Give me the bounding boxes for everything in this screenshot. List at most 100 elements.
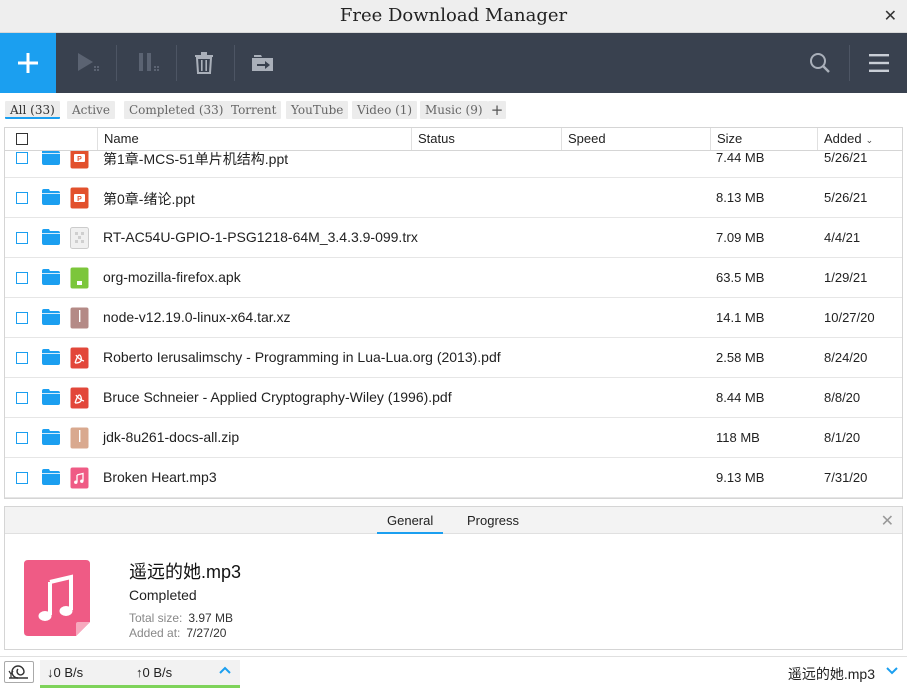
row-file-name: 第1章-MCS-51单片机结构.ppt — [103, 151, 289, 167]
column-speed[interactable]: Speed — [561, 128, 710, 150]
folder-icon[interactable] — [42, 389, 60, 405]
row-added: 8/24/20 — [824, 350, 868, 365]
row-checkbox[interactable] — [16, 392, 28, 404]
table-row[interactable]: org-mozilla-firefox.apk 63.5 MB 1/29/21 — [5, 258, 902, 298]
row-size: 14.1 MB — [716, 310, 765, 325]
pdf-file-icon — [70, 387, 89, 409]
add-filter-button[interactable]: + — [488, 101, 506, 119]
row-added: 10/27/20 — [824, 310, 875, 325]
row-checkbox[interactable] — [16, 192, 28, 204]
row-added: 8/1/20 — [824, 430, 861, 445]
row-added: 7/31/20 — [824, 470, 868, 485]
row-size: 7.44 MB — [716, 150, 765, 165]
row-size: 2.58 MB — [716, 350, 765, 365]
window-close-button[interactable]: ✕ — [884, 6, 897, 26]
added-at-label: Added at: — [129, 626, 181, 640]
row-checkbox[interactable] — [16, 432, 28, 444]
downloads-table: Name Status Speed Size Added ⌄ P 第1章-MCS-5… — [4, 127, 903, 499]
header-select-all — [5, 128, 97, 150]
archive-file-icon — [70, 307, 89, 329]
table-row[interactable]: P 第0章-绪论.ppt 8.13 MB 5/26/21 — [5, 178, 902, 218]
row-file-name: Roberto Ierusalimschy - Programming in L… — [103, 349, 501, 365]
search-button[interactable] — [792, 33, 848, 93]
folder-icon[interactable] — [42, 349, 60, 365]
details-file-name: 遥远的她.mp3 — [129, 562, 242, 582]
move-folder-icon — [252, 55, 273, 71]
filter-active[interactable]: Active — [67, 101, 115, 119]
row-size: 8.13 MB — [716, 190, 765, 205]
select-all-checkbox[interactable] — [16, 133, 28, 145]
filter-all[interactable]: All (33) — [5, 101, 60, 119]
added-at-value: 7/27/20 — [186, 626, 227, 640]
speed-limit-button[interactable] — [4, 661, 34, 683]
table-row[interactable]: Bruce Schneier - Applied Cryptography-Wi… — [5, 378, 902, 418]
folder-icon[interactable] — [42, 269, 60, 285]
row-file-name: node-v12.19.0-linux-x64.tar.xz — [103, 309, 291, 325]
delete-button[interactable] — [176, 33, 232, 93]
folder-icon[interactable] — [42, 149, 60, 165]
column-added-label: Added — [824, 131, 862, 146]
folder-icon[interactable] — [42, 189, 60, 205]
row-checkbox[interactable] — [16, 152, 28, 164]
row-size: 118 MB — [716, 430, 760, 445]
row-checkbox[interactable] — [16, 352, 28, 364]
pause-icon — [139, 53, 159, 71]
row-checkbox[interactable] — [16, 272, 28, 284]
main-menu-button[interactable] — [851, 33, 907, 93]
details-status: Completed — [129, 587, 197, 603]
chevron-down-icon[interactable] — [885, 663, 899, 677]
row-checkbox[interactable] — [16, 472, 28, 484]
table-row[interactable]: RT-AC54U-GPIO-1-PSG1218-64M_3.4.3.9-099.… — [5, 218, 902, 258]
folder-icon[interactable] — [42, 229, 60, 245]
row-checkbox[interactable] — [16, 312, 28, 324]
ppt-file-icon: P — [70, 187, 89, 209]
table-row[interactable]: jdk-8u261-docs-all.zip 118 MB 8/1/20 — [5, 418, 902, 458]
move-to-folder-button[interactable] — [235, 33, 291, 93]
column-name[interactable]: Name — [97, 128, 411, 150]
svg-text:P: P — [77, 156, 82, 163]
folder-icon[interactable] — [42, 429, 60, 445]
filter-video[interactable]: Video (1) — [352, 101, 418, 119]
filter-completed[interactable]: Completed (33) — [124, 101, 229, 119]
apk-file-icon — [70, 267, 89, 289]
column-added[interactable]: Added ⌄ — [817, 128, 902, 150]
tab-general[interactable]: General — [377, 513, 444, 534]
row-checkbox[interactable] — [16, 232, 28, 244]
add-download-button[interactable] — [0, 33, 56, 93]
table-header: Name Status Speed Size Added ⌄ — [5, 128, 902, 151]
chevron-up-icon[interactable] — [218, 663, 232, 677]
archive-file-icon — [70, 427, 89, 449]
download-speed: ↓0 B/s — [47, 665, 84, 680]
table-row[interactable]: Roberto Ierusalimschy - Programming in L… — [5, 338, 902, 378]
resume-button[interactable] — [61, 33, 117, 93]
music-file-icon — [24, 560, 90, 636]
row-file-name: jdk-8u261-docs-all.zip — [103, 429, 240, 445]
column-status[interactable]: Status — [411, 128, 561, 150]
details-close-button[interactable]: ✕ — [881, 511, 894, 531]
toolbar-separator — [849, 45, 850, 81]
plus-icon — [18, 53, 38, 73]
folder-icon[interactable] — [42, 469, 60, 485]
traffic-indicator: ↓0 B/s ↑0 B/s — [40, 660, 240, 688]
play-icon — [78, 53, 99, 71]
column-size[interactable]: Size — [710, 128, 817, 150]
filter-music[interactable]: Music (9) — [420, 101, 488, 119]
folder-icon[interactable] — [42, 309, 60, 325]
pdf-file-icon — [70, 347, 89, 369]
row-added: 1/29/21 — [824, 270, 868, 285]
filter-youtube[interactable]: YouTube — [286, 101, 349, 119]
svg-text:P: P — [77, 196, 82, 203]
row-size: 63.5 MB — [716, 270, 765, 285]
row-file-name: 第0章-绪论.ppt — [103, 191, 195, 207]
row-file-name: org-mozilla-firefox.apk — [103, 269, 241, 285]
total-size-value: 3.97 MB — [188, 611, 234, 625]
trash-icon — [195, 52, 213, 74]
table-row[interactable]: node-v12.19.0-linux-x64.tar.xz 14.1 MB 10/… — [5, 298, 902, 338]
table-row[interactable]: Broken Heart.mp3 9.13 MB 7/31/20 — [5, 458, 902, 498]
snail-icon — [8, 665, 28, 679]
row-file-name: Broken Heart.mp3 — [103, 469, 217, 485]
filter-torrent[interactable]: Torrent — [226, 101, 282, 119]
row-file-name: RT-AC54U-GPIO-1-PSG1218-64M_3.4.3.9-099.… — [103, 229, 418, 245]
tab-progress[interactable]: Progress — [467, 513, 519, 528]
pause-button[interactable] — [121, 33, 177, 93]
